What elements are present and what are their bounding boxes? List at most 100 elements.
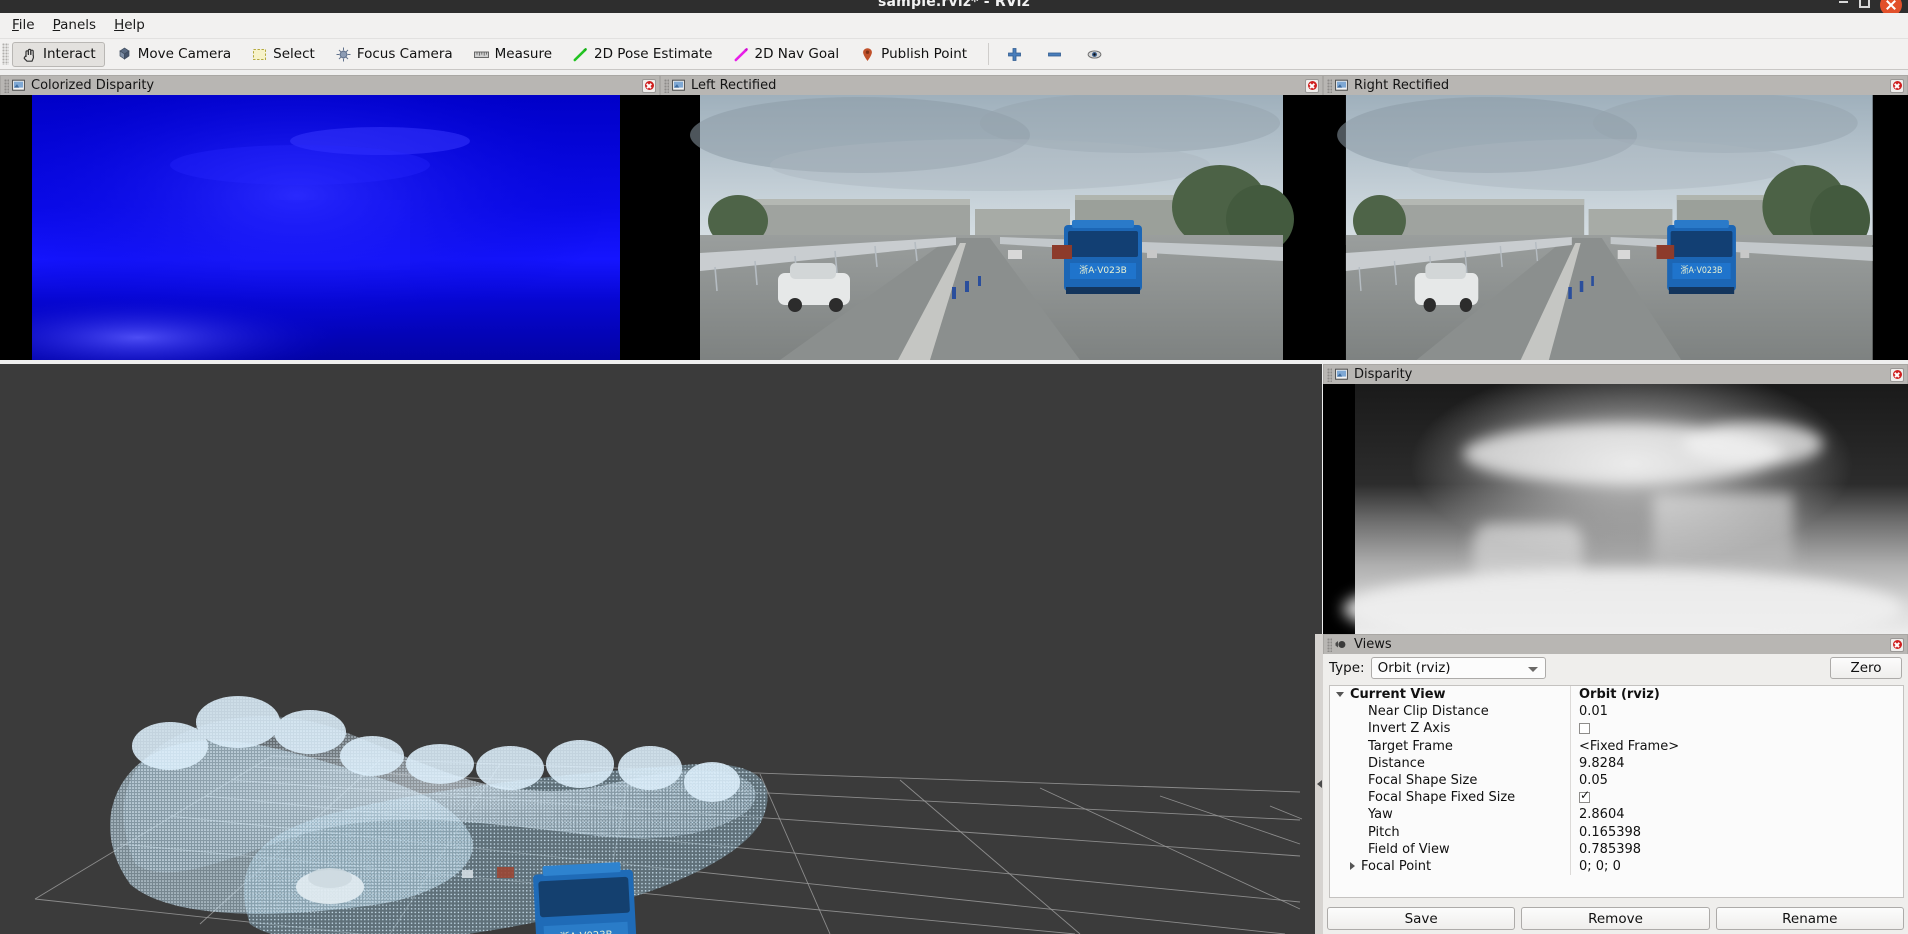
remove-view-button[interactable]: Remove xyxy=(1521,907,1710,930)
property-row-invert-z-axis[interactable]: Invert Z Axis xyxy=(1330,720,1903,738)
panel-right-rectified-close[interactable] xyxy=(1890,78,1904,93)
property-value[interactable]: 0.05 xyxy=(1570,771,1903,790)
tool-move-camera-label: Move Camera xyxy=(137,46,232,62)
panel-right-rectified-header[interactable]: Right Rectified xyxy=(1323,75,1908,95)
property-row-yaw[interactable]: Yaw 2.8604 xyxy=(1330,806,1903,824)
window-controls xyxy=(1838,0,1902,13)
panel-left-rectified-title: Left Rectified xyxy=(691,77,777,93)
minus-icon xyxy=(1046,46,1063,63)
close-icon[interactable] xyxy=(1880,0,1902,13)
view-properties-tree[interactable]: Current View Orbit (rviz) Near Clip Dist… xyxy=(1329,685,1904,898)
tool-publish-point[interactable]: Publish Point xyxy=(850,42,976,67)
menu-panels[interactable]: Panels xyxy=(44,15,105,36)
tool-focus-camera-label: Focus Camera xyxy=(356,46,453,62)
chevron-right-icon[interactable] xyxy=(1350,862,1355,871)
tool-select[interactable]: Select xyxy=(242,42,324,67)
chevron-down-icon[interactable] xyxy=(1336,692,1344,698)
move-camera-icon xyxy=(116,46,133,63)
property-value[interactable]: 2.8604 xyxy=(1570,806,1903,824)
tool-properties-button[interactable] xyxy=(1079,42,1109,67)
panel-right-rectified-body: 浙A·V023B xyxy=(1323,95,1908,360)
panel-left-rectified-close[interactable] xyxy=(1305,78,1319,93)
add-tool-button[interactable] xyxy=(999,42,1029,67)
tool-move-camera[interactable]: Move Camera xyxy=(107,42,240,67)
panel-colorized-disparity-body xyxy=(0,95,660,360)
invert-z-axis-checkbox[interactable] xyxy=(1579,723,1590,735)
zero-button[interactable]: Zero xyxy=(1830,657,1902,679)
svg-text:浙A·V023B: 浙A·V023B xyxy=(1681,265,1723,276)
panel-disparity-header[interactable]: Disparity xyxy=(1323,364,1908,384)
property-name: Pitch xyxy=(1368,824,1400,840)
menu-help[interactable]: Help xyxy=(105,15,154,36)
panel-left-rectified-header[interactable]: Left Rectified xyxy=(660,75,1323,95)
panel-views-close[interactable] xyxy=(1890,637,1904,652)
property-row-distance[interactable]: Distance 9.8284 xyxy=(1330,754,1903,772)
property-name: Focal Shape Size xyxy=(1368,773,1478,789)
property-row-focal-shape-fixed-size[interactable]: Focal Shape Fixed Size xyxy=(1330,789,1903,807)
property-row-focal-point[interactable]: Focal Point 0; 0; 0 xyxy=(1330,857,1903,876)
property-value[interactable] xyxy=(1570,720,1903,738)
3d-render-view[interactable]: 浙A·V023B xyxy=(0,364,1322,934)
left-rectified-image[interactable]: 浙A·V023B xyxy=(660,95,1323,360)
property-row-pitch[interactable]: Pitch 0.165398 xyxy=(1330,823,1903,841)
chevron-down-icon xyxy=(1527,667,1538,672)
property-row-field-of-view[interactable]: Field of View 0.785398 xyxy=(1330,840,1903,858)
property-value[interactable]: 9.8284 xyxy=(1570,754,1903,772)
panel-colorized-disparity-header[interactable]: Colorized Disparity xyxy=(0,75,660,95)
tool-publish-point-label: Publish Point xyxy=(881,46,968,62)
property-value: Orbit (rviz) xyxy=(1570,686,1903,704)
view-type-select[interactable]: Orbit (rviz) xyxy=(1370,657,1546,679)
panel-right-rectified: Right Rectified 浙A·V023B xyxy=(1323,75,1908,360)
publish-point-pin-icon xyxy=(859,46,876,63)
disparity-image[interactable] xyxy=(1323,384,1908,634)
panel-grip[interactable] xyxy=(664,78,669,93)
remove-tool-button[interactable] xyxy=(1039,42,1069,67)
minimize-icon[interactable] xyxy=(1838,0,1849,8)
property-value[interactable]: 0.165398 xyxy=(1570,823,1903,841)
tool-2d-nav-goal[interactable]: 2D Nav Goal xyxy=(724,42,849,67)
views-dock-expand-handle[interactable] xyxy=(1315,634,1323,934)
save-view-button[interactable]: Save xyxy=(1327,907,1516,930)
hand-interact-icon xyxy=(21,46,38,63)
tool-focus-camera[interactable]: Focus Camera xyxy=(326,42,462,67)
right-rectified-image[interactable]: 浙A·V023B xyxy=(1323,95,1908,360)
pose-estimate-arrow-icon xyxy=(572,46,589,63)
maximize-icon[interactable] xyxy=(1859,0,1870,8)
panel-grip[interactable] xyxy=(1327,367,1332,382)
eye-icon xyxy=(1086,46,1103,63)
panel-grip[interactable] xyxy=(1327,637,1332,652)
property-name: Target Frame xyxy=(1368,738,1453,754)
panel-views-title: Views xyxy=(1354,636,1392,652)
property-value[interactable]: 0.01 xyxy=(1570,703,1903,721)
menu-file[interactable]: File xyxy=(3,15,44,36)
focal-shape-fixed-size-checkbox[interactable] xyxy=(1579,789,1590,804)
tool-interact[interactable]: Interact xyxy=(12,41,105,67)
panel-disparity-close[interactable] xyxy=(1890,367,1904,382)
toolbar-grip[interactable] xyxy=(2,43,9,65)
panel-views-header[interactable]: Views xyxy=(1323,634,1908,654)
svg-text:浙A·V023B: 浙A·V023B xyxy=(1079,264,1127,276)
window-title-bar: sample.rviz* - RViz xyxy=(0,0,1908,13)
colorized-disparity-image[interactable] xyxy=(0,95,660,360)
property-value[interactable] xyxy=(1570,789,1903,807)
property-row-near-clip-distance[interactable]: Near Clip Distance 0.01 xyxy=(1330,703,1903,721)
image-display-icon xyxy=(12,79,25,92)
views-type-row: Type: Orbit (rviz) Zero xyxy=(1323,654,1908,682)
property-name: Yaw xyxy=(1368,807,1393,823)
property-value[interactable]: <Fixed Frame> xyxy=(1570,737,1903,755)
property-row-current-view[interactable]: Current View Orbit (rviz) xyxy=(1330,686,1903,704)
tool-measure[interactable]: Measure xyxy=(464,42,561,67)
rviz-main-window: sample.rviz* - RViz File Panels Help Int… xyxy=(0,0,1908,934)
property-value[interactable]: 0.785398 xyxy=(1570,840,1903,858)
panel-grip[interactable] xyxy=(4,78,9,93)
tool-2d-nav-goal-label: 2D Nav Goal xyxy=(754,46,840,62)
property-row-target-frame[interactable]: Target Frame <Fixed Frame> xyxy=(1330,737,1903,755)
tool-2d-pose-estimate[interactable]: 2D Pose Estimate xyxy=(563,42,721,67)
window-title: sample.rviz* - RViz xyxy=(878,0,1030,10)
property-value[interactable]: 0; 0; 0 xyxy=(1570,857,1903,876)
panel-grip[interactable] xyxy=(1327,78,1332,93)
property-row-focal-shape-size[interactable]: Focal Shape Size 0.05 xyxy=(1330,771,1903,790)
rename-view-button[interactable]: Rename xyxy=(1715,907,1904,930)
panel-disparity-body xyxy=(1323,384,1908,634)
panel-colorized-disparity-close[interactable] xyxy=(642,78,656,93)
